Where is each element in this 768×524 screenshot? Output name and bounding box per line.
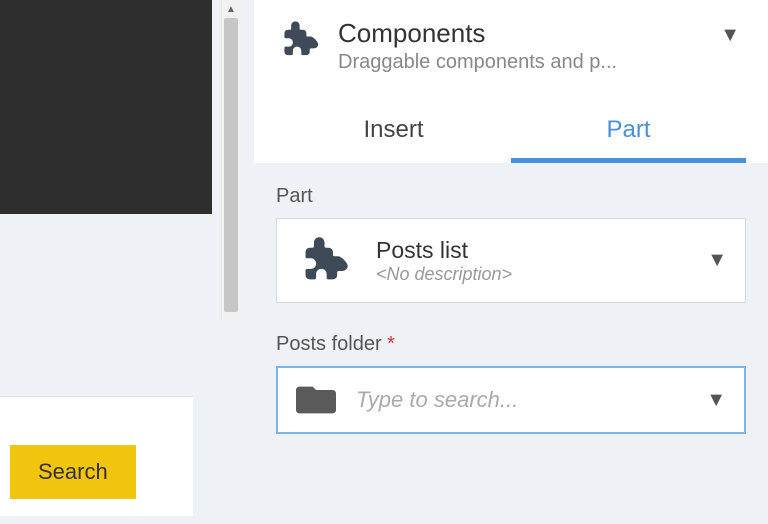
panel-subtitle: Draggable components and p... (338, 51, 720, 74)
folder-selector[interactable]: ▼ (276, 366, 746, 434)
folder-search-input[interactable] (356, 387, 706, 413)
panel-title: Components (338, 18, 720, 49)
panel-header: Components Draggable components and p...… (254, 0, 768, 163)
components-panel: Components Draggable components and p...… (254, 0, 768, 524)
panel-body: Part Posts list <No description> ▼ Posts… (254, 163, 768, 434)
folder-icon (296, 383, 336, 417)
search-card: Search (0, 396, 193, 516)
scroll-up-arrow[interactable]: ▲ (222, 0, 240, 18)
tab-insert[interactable]: Insert (276, 102, 511, 163)
chevron-down-icon[interactable]: ▼ (707, 249, 727, 272)
search-button[interactable]: Search (10, 445, 136, 499)
panel-header-row[interactable]: Components Draggable components and p...… (276, 18, 746, 74)
preview-pane (0, 0, 212, 214)
chevron-down-icon[interactable]: ▼ (706, 389, 726, 412)
part-selector[interactable]: Posts list <No description> ▼ (276, 218, 746, 303)
chevron-down-icon[interactable]: ▼ (720, 24, 740, 47)
puzzle-icon (295, 233, 350, 288)
tab-part[interactable]: Part (511, 102, 746, 163)
tab-bar: Insert Part (276, 102, 746, 163)
folder-label-text: Posts folder (276, 333, 382, 355)
vertical-scrollbar[interactable]: ▲ (221, 0, 239, 320)
folder-label: Posts folder * (276, 333, 746, 356)
scroll-thumb[interactable] (224, 18, 238, 312)
puzzle-icon (276, 18, 320, 62)
part-subtitle: <No description> (376, 264, 707, 285)
part-title: Posts list (376, 237, 707, 264)
required-indicator: * (387, 333, 395, 355)
part-label: Part (276, 185, 746, 208)
left-area: ▲ Search (0, 0, 240, 524)
